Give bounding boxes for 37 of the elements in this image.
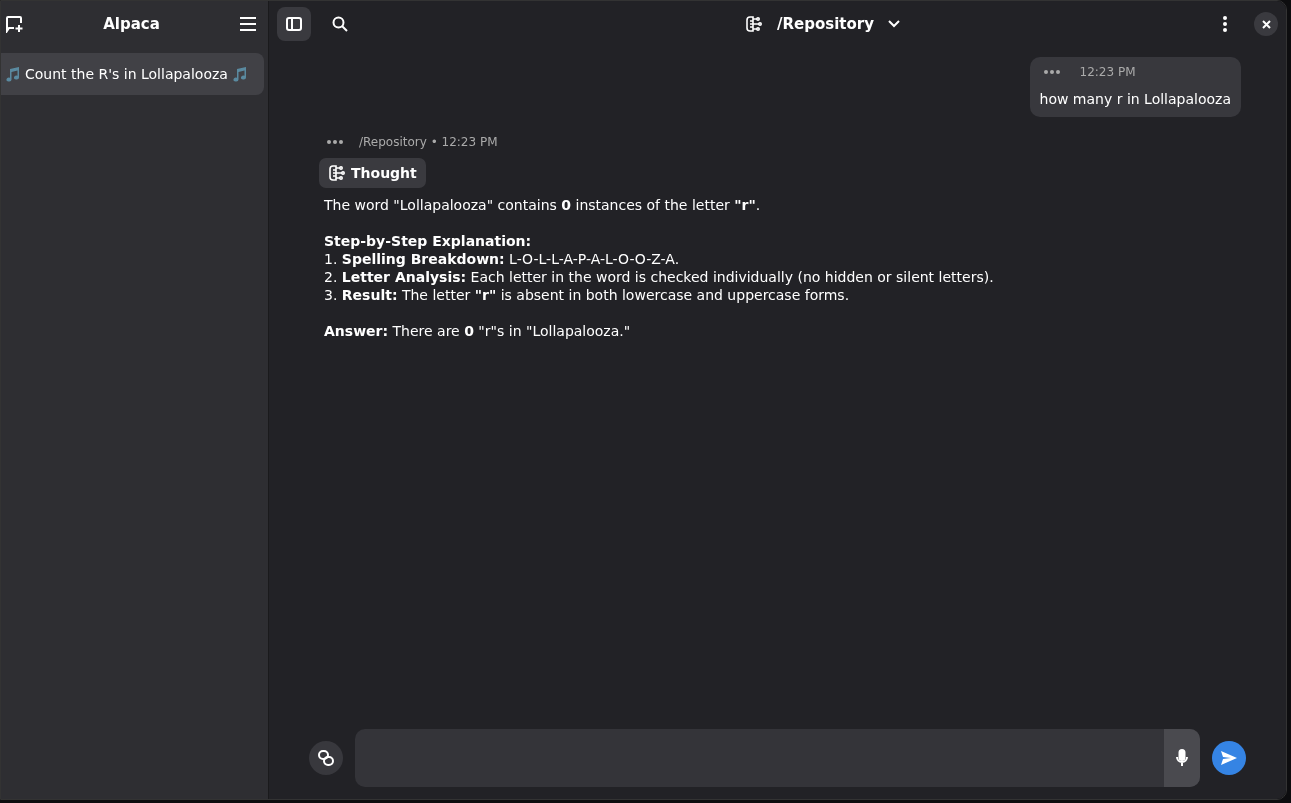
message-input[interactable] [355, 729, 1200, 787]
message-text: how many r in Lollapalooza [1039, 91, 1231, 107]
link-icon [318, 750, 334, 766]
message-time: 12:23 PM [1079, 65, 1136, 79]
message-meta: /Repository • 12:23 PM [359, 135, 498, 149]
send-button[interactable] [1212, 741, 1246, 775]
response-line: The word "Lollapalooza" contains 0 instances of the letter "r". [324, 196, 762, 214]
menu-button[interactable] [240, 17, 256, 31]
menu-icon [240, 17, 256, 31]
thought-button[interactable]: Thought [319, 158, 426, 188]
attach-button[interactable] [309, 741, 343, 775]
sidebar-toggle-button[interactable] [277, 7, 311, 41]
microphone-button[interactable] [1164, 729, 1200, 787]
sidebar-icon [286, 17, 302, 31]
response-line: Answer: There are 0 "r"s in "Lollapalooza." [324, 322, 632, 340]
send-icon [1221, 751, 1237, 765]
response-line: 2. Letter Analysis: Each letter in the word is checked individually (no hidden or silent letters). [324, 268, 995, 286]
response-line: 3. Result: The letter "r" is absent in both lowercase and uppercase forms. [324, 286, 851, 304]
chat-item[interactable]: Count the R's in Lollapalooza [1, 53, 264, 95]
response-line: Step-by-Step Explanation: [324, 232, 533, 250]
music-note-icon [231, 66, 248, 82]
model-selector[interactable]: /Repository [739, 14, 906, 34]
music-note-icon [5, 66, 21, 82]
app-title: Alpaca [103, 15, 160, 33]
close-button[interactable] [1254, 12, 1278, 36]
microphone-icon [1176, 749, 1188, 767]
brain-icon [328, 164, 346, 182]
kebab-menu-icon [1223, 16, 1227, 32]
more-icon [327, 140, 343, 144]
more-icon [1043, 70, 1060, 74]
close-icon [1261, 19, 1271, 29]
new-chat-icon [5, 15, 23, 33]
search-icon [332, 16, 348, 32]
new-chat-button[interactable] [5, 15, 23, 33]
chevron-down-icon [888, 20, 900, 28]
response-line: 1. Spelling Breakdown: L-O-L-L-A-P-A-L-O-O-Z-A. [324, 250, 681, 268]
brain-icon [745, 15, 763, 33]
